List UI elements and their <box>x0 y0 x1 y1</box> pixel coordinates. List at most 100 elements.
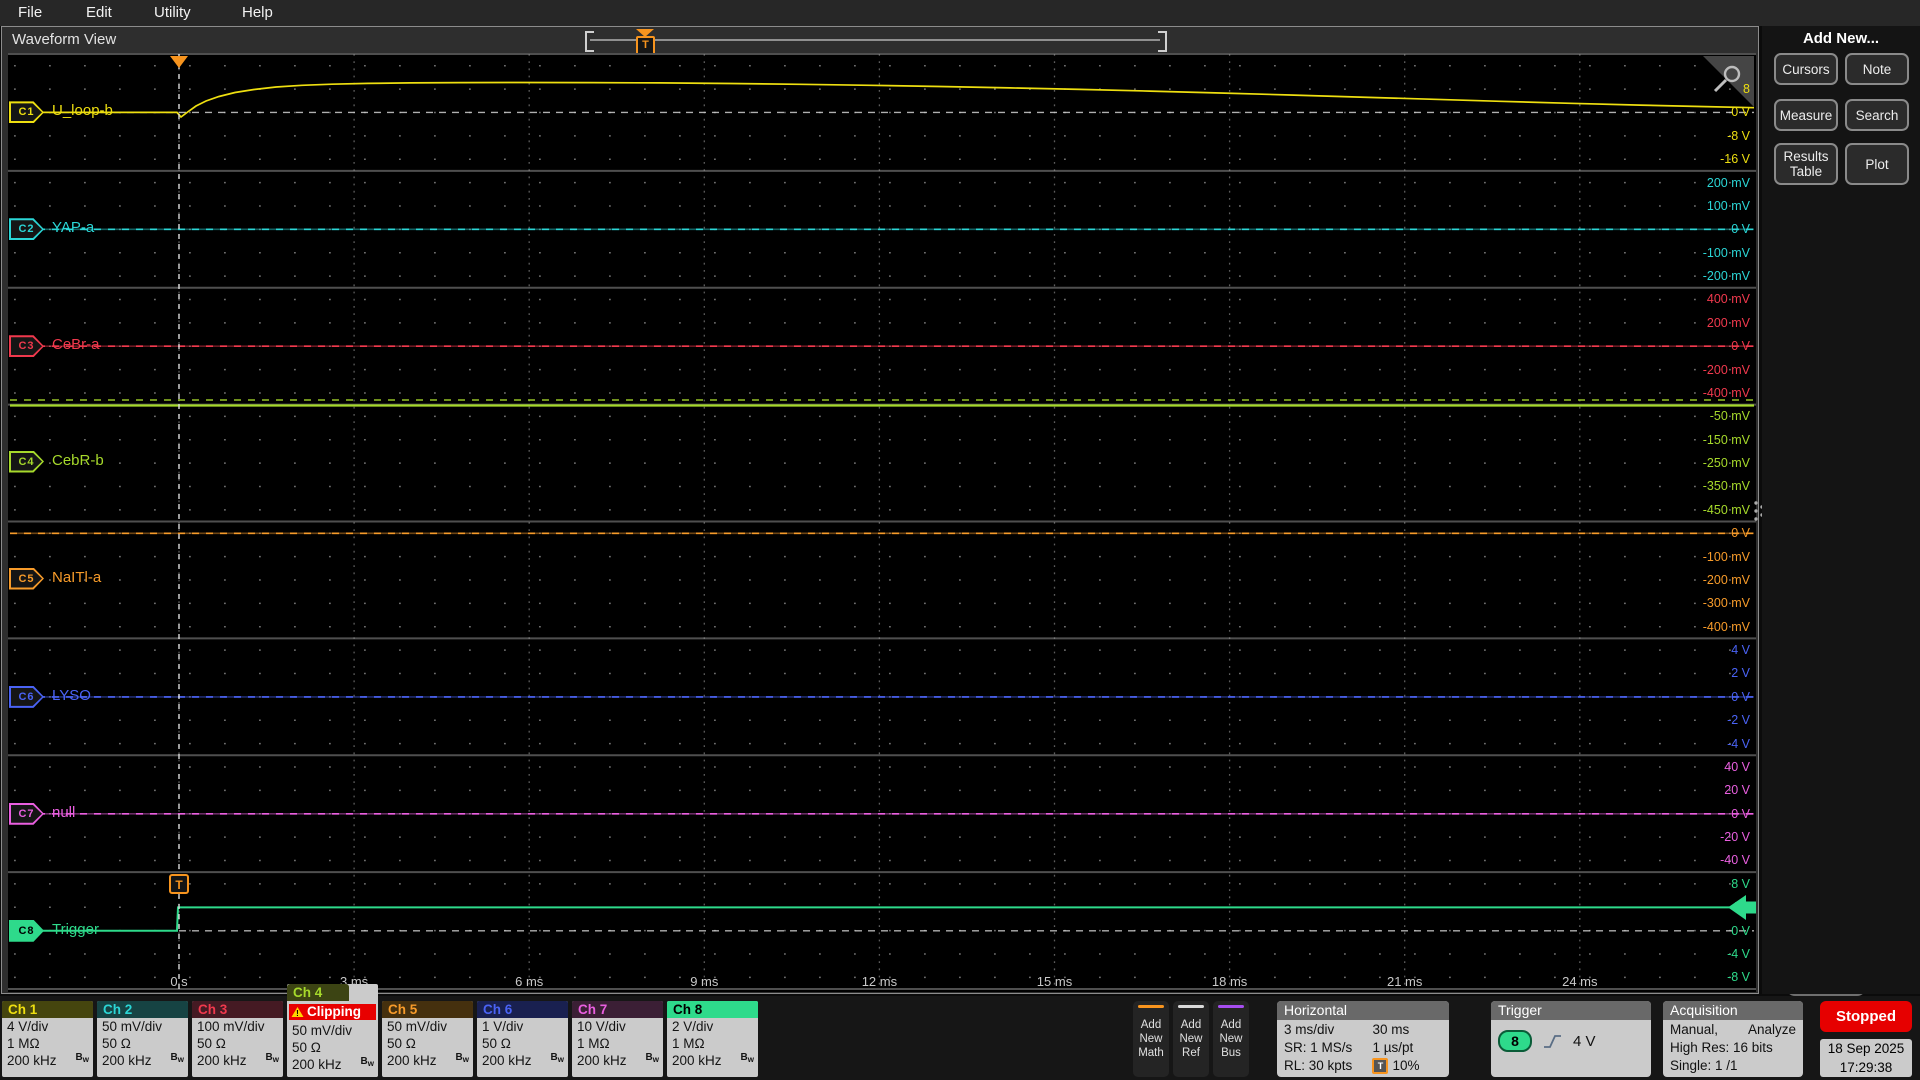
channel-vdiv: 2 V/div <box>667 1018 758 1035</box>
add-new-title: Add New... <box>1762 30 1920 47</box>
trigger-source-badge: 8 <box>1498 1030 1532 1052</box>
channel-badge-label: C2 <box>11 220 42 238</box>
channel-vdiv: 10 V/div <box>572 1018 663 1035</box>
add-new-bus-button[interactable]: AddNewBus <box>1213 1001 1249 1077</box>
channel-vdiv: 1 V/div <box>477 1018 568 1035</box>
add-measure-button[interactable]: Measure <box>1774 99 1838 131</box>
channel-name-label: Ch 8 <box>667 1001 758 1018</box>
scale-label-c1: 8 <box>1743 81 1750 97</box>
time-axis-label: 9 ms <box>690 974 718 989</box>
sample-rate: SR: 1 MS/s <box>1284 1039 1372 1057</box>
channel-label-c4[interactable]: CebR-b <box>52 452 104 469</box>
trigger-panel[interactable]: Trigger 8 4 V <box>1491 1001 1651 1077</box>
channel-settings-badge-1[interactable]: Ch 14 V/div1 MΩ200 kHzBw <box>2 1001 93 1077</box>
channel-bandwidth: 200 kHzBw <box>572 1052 663 1069</box>
waveform-plot-area[interactable] <box>8 54 1756 992</box>
scale-label-c2: -200 mV <box>1703 268 1750 284</box>
channel-badge-label: C1 <box>11 103 42 121</box>
channel-settings-badge-4[interactable]: Ch 4!Clipping50 mV/div50 Ω200 kHzBw <box>287 984 378 1077</box>
scale-label-c8: 8 V <box>1731 876 1750 892</box>
acquisition-resolution: High Res: 16 bits <box>1670 1039 1796 1057</box>
channel-settings-badge-2[interactable]: Ch 250 mV/div50 Ω200 kHzBw <box>97 1001 188 1077</box>
scale-label-c5: -100 mV <box>1703 549 1750 565</box>
scale-label-c2: 100 mV <box>1707 198 1750 214</box>
add-search-button[interactable]: Search <box>1845 99 1909 131</box>
add-plot-button[interactable]: Plot <box>1845 143 1909 185</box>
bandwidth-limit-icon: Bw <box>646 1047 659 1068</box>
channel-bandwidth: 200 kHzBw <box>97 1052 188 1069</box>
channel-vdiv: 4 V/div <box>2 1018 93 1035</box>
channel-badge-label: C6 <box>11 688 42 706</box>
trigger-position-percent: 10% <box>1392 1057 1419 1075</box>
channel-name-label: Ch 2 <box>97 1001 188 1018</box>
scale-label-c8: 0 V <box>1731 923 1750 939</box>
channel-settings-badge-3[interactable]: Ch 3100 mV/div50 Ω200 kHzBw <box>192 1001 283 1077</box>
channel-label-c7[interactable]: null <box>52 804 75 821</box>
add-cursors-button[interactable]: Cursors <box>1774 53 1838 85</box>
trigger-position-flag-icon[interactable]: T <box>636 36 655 55</box>
channel-label-c1[interactable]: U_loop-b <box>52 102 113 119</box>
channel-label-c6[interactable]: LYSO <box>52 687 91 704</box>
scale-label-c6: -4 V <box>1727 736 1750 752</box>
scale-label-c3: -400 mV <box>1703 385 1750 401</box>
bandwidth-limit-icon: Bw <box>456 1047 469 1068</box>
scale-label-c6: -2 V <box>1727 712 1750 728</box>
scale-label-c6: 2 V <box>1731 665 1750 681</box>
scale-label-c5: -300 mV <box>1703 595 1750 611</box>
scale-label-c5: -200 mV <box>1703 572 1750 588</box>
scale-label-c2: -100 mV <box>1703 245 1750 261</box>
channel-bandwidth: 200 kHzBw <box>2 1052 93 1069</box>
channel-name-label: Ch 1 <box>2 1001 93 1018</box>
channel-label-c8[interactable]: Trigger <box>52 921 99 938</box>
menu-edit[interactable]: Edit <box>80 2 118 23</box>
add-new-math-button[interactable]: AddNewMath <box>1133 1001 1169 1077</box>
scale-label-c1: -8 V <box>1727 128 1750 144</box>
scale-label-c7: -40 V <box>1720 852 1750 868</box>
scale-label-c5: 0 V <box>1731 525 1750 541</box>
add-results-table-button[interactable]: Results Table <box>1774 143 1838 185</box>
scale-label-c2: 200 mV <box>1707 175 1750 191</box>
channel-bandwidth: 200 kHzBw <box>287 1056 378 1073</box>
channel-settings-badge-7[interactable]: Ch 710 V/div1 MΩ200 kHzBw <box>572 1001 663 1077</box>
bandwidth-limit-icon: Bw <box>741 1047 754 1068</box>
channel-vdiv: 100 mV/div <box>192 1018 283 1035</box>
scale-label-c4: -50 mV <box>1710 408 1750 424</box>
channel-badge-label: C3 <box>11 337 42 355</box>
channel-tab-label: Ch 4 <box>287 984 349 1001</box>
horizontal-panel[interactable]: Horizontal 3 ms/div30 ms SR: 1 MS/s1 µs/… <box>1277 1001 1449 1077</box>
channel-vdiv: 50 mV/div <box>287 1022 378 1039</box>
scale-label-c7: 40 V <box>1724 759 1750 775</box>
acquisition-single: Single: 1 /1 <box>1670 1057 1796 1075</box>
add-new-ref-button[interactable]: AddNewRef <box>1173 1001 1209 1077</box>
bandwidth-limit-icon: Bw <box>361 1051 374 1072</box>
channel-vdiv: 50 mV/div <box>97 1018 188 1035</box>
channel-badge-label: C8 <box>11 922 42 940</box>
horizontal-scale: 3 ms/div <box>1284 1021 1372 1039</box>
add-note-button[interactable]: Note <box>1845 53 1909 85</box>
menu-help[interactable]: Help <box>236 2 279 23</box>
datetime-badge: 18 Sep 2025 17:29:38 <box>1820 1039 1912 1077</box>
channel-label-c2[interactable]: YAP-a <box>52 219 94 236</box>
channel-name-label: Ch 3 <box>192 1001 283 1018</box>
scale-label-c4: -150 mV <box>1703 432 1750 448</box>
record-view-line <box>590 39 1160 41</box>
record-view-left-bracket <box>585 31 594 52</box>
time-axis-label: 18 ms <box>1212 974 1247 989</box>
channel-settings-badge-8[interactable]: Ch 82 V/div1 MΩ200 kHzBw <box>667 1001 758 1077</box>
menu-utility[interactable]: Utility <box>148 2 197 23</box>
menu-file[interactable]: File <box>12 2 48 23</box>
acquisition-panel[interactable]: Acquisition Manual, Analyze High Res: 16… <box>1663 1001 1803 1077</box>
run-stop-status-button[interactable]: Stopped <box>1820 1001 1912 1032</box>
channel-bandwidth: 200 kHzBw <box>477 1052 568 1069</box>
horizontal-span: 30 ms <box>1372 1021 1442 1039</box>
record-view-right-bracket <box>1158 31 1167 52</box>
scale-label-c1: -16 V <box>1720 151 1750 167</box>
channel-label-c3[interactable]: CeBr-a <box>52 336 100 353</box>
rising-edge-icon <box>1543 1033 1562 1050</box>
channel-bandwidth: 200 kHzBw <box>192 1052 283 1069</box>
channel-settings-badge-5[interactable]: Ch 550 mV/div50 Ω200 kHzBw <box>382 1001 473 1077</box>
channel-badge-label: C4 <box>11 453 42 471</box>
channel-label-c5[interactable]: NaITl-a <box>52 569 101 586</box>
channel-bandwidth: 200 kHzBw <box>382 1052 473 1069</box>
channel-settings-badge-6[interactable]: Ch 61 V/div50 Ω200 kHzBw <box>477 1001 568 1077</box>
